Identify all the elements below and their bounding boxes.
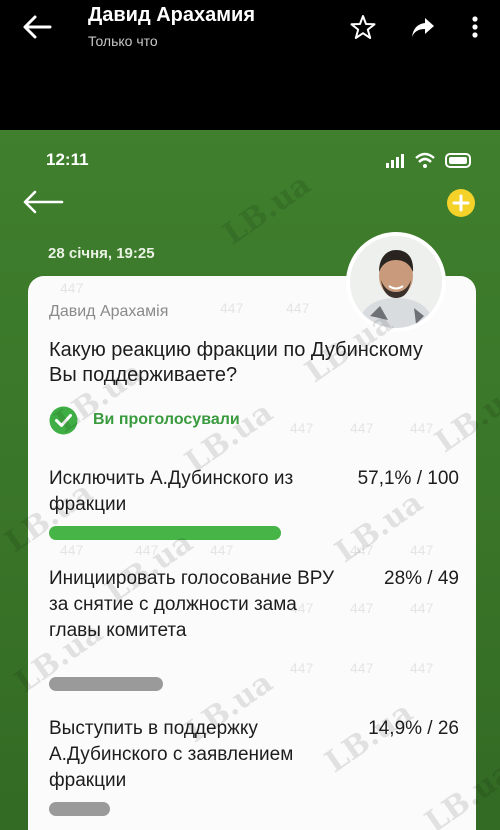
status-time: 12:11 — [46, 150, 89, 169]
option-bar — [49, 802, 459, 816]
poll-card: Давид Арахамія Какую реакцию фракции по … — [28, 276, 476, 830]
phone-screenshot: 12:11 28 січня, 19:25 Давид Арахамія Как… — [0, 130, 500, 830]
option-bar-fill — [49, 802, 110, 816]
poll-option[interactable]: Выступить в поддержку А.Дубинского с зая… — [49, 716, 459, 816]
person-photo — [350, 236, 442, 328]
sender-name: Давид Арахамия — [88, 4, 256, 26]
author-avatar[interactable] — [346, 232, 446, 332]
app-back-arrow-icon[interactable] — [22, 190, 64, 214]
option-bar-fill — [49, 526, 281, 540]
option-bar-fill — [49, 677, 163, 691]
option-label: Выступить в поддержку А.Дубинского с зая… — [49, 718, 294, 791]
post-date: 28 січня, 19:25 — [48, 245, 155, 262]
option-result: 14,9% / 26 — [368, 718, 459, 739]
add-plus-icon[interactable] — [446, 188, 476, 218]
timestamp: Только что — [88, 33, 158, 49]
option-bar — [49, 677, 459, 691]
option-result: 57,1% / 100 — [357, 468, 459, 489]
star-icon[interactable] — [350, 14, 376, 40]
option-bar — [49, 526, 459, 540]
option-label: Инициировать голосование ВРУ за снятие с… — [49, 568, 335, 641]
poll-author: Давид Арахамія — [49, 303, 169, 320]
voted-text: Ви проголосували — [93, 411, 240, 428]
poll-option[interactable]: Исключить А.Дубинского из фракции 57,1% … — [49, 466, 459, 546]
check-circle-icon — [49, 406, 78, 435]
watermark-logo: LB.ua — [216, 167, 318, 252]
more-vert-icon[interactable] — [462, 14, 488, 40]
option-label: Исключить А.Дубинского из фракции — [49, 468, 294, 515]
back-arrow-icon[interactable] — [22, 14, 52, 40]
status-icons — [386, 152, 471, 168]
poll-option[interactable]: Инициировать голосование ВРУ за снятие с… — [49, 566, 459, 691]
poll-question: Какую реакцию фракции по Дубинскому Вы п… — [49, 339, 423, 386]
share-icon[interactable] — [410, 14, 436, 40]
viewer-header: Давид Арахамия Только что — [0, 0, 500, 130]
option-result: 28% / 49 — [384, 568, 459, 589]
